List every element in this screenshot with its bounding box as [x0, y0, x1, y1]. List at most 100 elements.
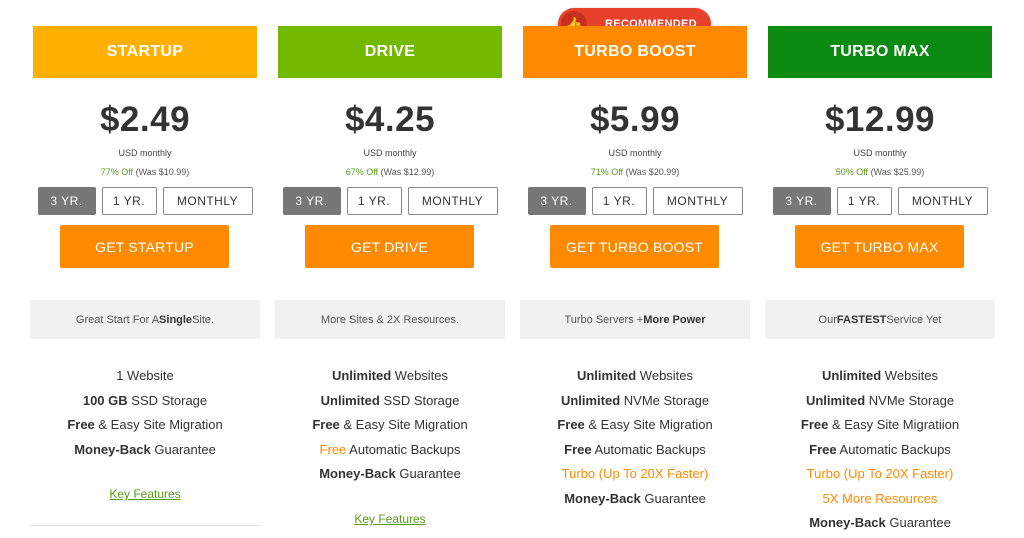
feature-text: Guarantee	[150, 441, 216, 457]
key-features-link[interactable]: Key Features	[275, 512, 505, 526]
plan-name: TURBO BOOST	[523, 26, 747, 78]
plan-card-startup: STARTUP $2.49 USD monthly 77% Off (Was $10.…	[30, 0, 260, 537]
feature-text: SSD Storage	[379, 392, 460, 408]
plan-name: TURBO MAX	[768, 26, 992, 78]
feature-item: Money-Back Guarantee	[275, 464, 505, 489]
feature-bold: Unlimited	[331, 368, 392, 383]
feature-item: 1 Website	[30, 366, 260, 391]
feature-item: Unlimited Websites	[275, 366, 505, 391]
feature-bold: Free	[809, 441, 837, 457]
term-option-3-yr[interactable]: 3 YR.	[37, 187, 96, 215]
feature-bold: Unlimited	[805, 392, 866, 408]
feature-text: Websites	[881, 368, 939, 383]
term-option-monthly[interactable]: MONTHLY	[652, 187, 743, 215]
term-option-monthly[interactable]: MONTHLY	[897, 187, 988, 215]
plan-tagline: Great Start For A Single Site.	[30, 300, 260, 339]
term-option-3-yr[interactable]: 3 YR.	[772, 187, 831, 215]
tagline-pre: Turbo Servers +	[564, 313, 644, 326]
plan-card-turbo-max: TURBO MAX $12.99 USD monthly 50% Off (Was $…	[765, 0, 995, 537]
feature-highlight: Free	[319, 441, 347, 457]
feature-text: Automatic Backups	[591, 441, 706, 457]
feature-text: Automatic Backups	[836, 441, 951, 457]
get-plan-button[interactable]: GET STARTUP	[60, 225, 229, 268]
tagline-pre: Great Start For A	[75, 313, 160, 326]
feature-item: Unlimited Websites	[765, 366, 995, 391]
tagline-post: Service Yet	[886, 313, 942, 326]
feature-bold: Money-Back	[319, 466, 396, 481]
discount-was: (Was $25.99)	[870, 167, 925, 177]
discount-off: 71% Off	[590, 167, 624, 177]
plan-price: $4.25	[344, 100, 436, 139]
term-option-1-yr[interactable]: 1 YR.	[836, 187, 892, 215]
key-features-link[interactable]: Key Features	[30, 487, 260, 501]
feature-bold: Free	[564, 441, 592, 457]
price-period: USD monthly	[118, 148, 172, 158]
term-selector: 3 YR. 1 YR. MONTHLY	[765, 187, 995, 215]
feature-text: & Easy Site Migration	[584, 417, 713, 432]
term-option-3-yr[interactable]: 3 YR.	[282, 187, 341, 215]
discount-text: 71% Off (Was $20.99)	[520, 167, 750, 177]
feature-bold: Free	[800, 417, 829, 432]
feature-item: Free & Easy Site Migration	[520, 415, 750, 440]
tagline-post: Site.	[192, 313, 215, 326]
discount-off: 50% Off	[835, 167, 869, 177]
feature-bold: Unlimited	[576, 368, 637, 383]
feature-text: Websites	[636, 368, 694, 383]
discount-off: 67% Off	[345, 167, 379, 177]
feature-item: Unlimited SSD Storage	[275, 391, 505, 416]
tagline-bold: More Power	[643, 313, 706, 326]
feature-item: 100 GB SSD Storage	[30, 391, 260, 416]
get-plan-button[interactable]: GET TURBO MAX	[795, 225, 964, 268]
feature-item: 5X More Resources	[822, 490, 938, 506]
feature-bold: Free	[312, 417, 340, 432]
feature-bold: Unlimited	[320, 392, 380, 408]
feature-text: SSD Storage	[127, 392, 208, 408]
discount-was: (Was $20.99)	[625, 167, 680, 177]
discount-text: 77% Off (Was $10.99)	[30, 167, 260, 177]
price-period: USD monthly	[608, 148, 662, 158]
feature-item: Free & Easy Site Migration	[275, 415, 505, 440]
term-option-monthly[interactable]: MONTHLY	[407, 187, 498, 215]
plan-tagline: Our FASTEST Service Yet	[765, 300, 995, 339]
feature-text: NVMe Storage	[620, 392, 710, 408]
term-option-monthly[interactable]: MONTHLY	[162, 187, 253, 215]
feature-text: & Easy Site Migration	[94, 417, 223, 432]
plan-tagline: More Sites & 2X Resources.	[275, 300, 505, 339]
feature-item: Turbo (Up To 20X Faster)	[806, 466, 954, 481]
tagline-pre: Our	[818, 313, 837, 326]
plan-name: DRIVE	[278, 26, 502, 78]
feature-item: Free Automatic Backups	[520, 440, 750, 465]
feature-text: Automatic Backups	[346, 441, 461, 457]
discount-text: 50% Off (Was $25.99)	[765, 167, 995, 177]
get-plan-button[interactable]: GET DRIVE	[305, 225, 474, 268]
feature-bold: Free	[67, 417, 95, 432]
feature-text: & Easy Site Migration	[339, 417, 468, 432]
tagline-bold: Single	[159, 313, 193, 326]
feature-item: Money-Back Guarantee	[30, 440, 260, 465]
term-option-1-yr[interactable]: 1 YR.	[346, 187, 402, 215]
feature-text: Guarantee	[885, 515, 951, 530]
price-period: USD monthly	[363, 148, 417, 158]
feature-bold: Unlimited	[821, 368, 882, 383]
feature-list: 1 Website 100 GB SSD Storage Free & Easy S…	[30, 366, 260, 464]
tagline-text: More Sites & 2X Resources.	[320, 313, 460, 326]
feature-text: 1 Website	[116, 368, 174, 383]
term-selector: 3 YR. 1 YR. MONTHLY	[275, 187, 505, 215]
plan-price: $2.49	[99, 100, 191, 139]
feature-text: Websites	[391, 368, 449, 383]
term-option-3-yr[interactable]: 3 YR.	[527, 187, 586, 215]
feature-list: Unlimited Websites Unlimited NVMe Storage…	[765, 366, 995, 538]
feature-bold: 100 GB	[82, 392, 128, 408]
get-plan-button[interactable]: GET TURBO BOOST	[550, 225, 719, 268]
term-option-1-yr[interactable]: 1 YR.	[591, 187, 647, 215]
feature-bold: Money-Back	[564, 490, 641, 506]
discount-was: (Was $12.99)	[380, 167, 435, 177]
term-option-1-yr[interactable]: 1 YR.	[101, 187, 157, 215]
feature-list: Unlimited Websites Unlimited NVMe Storage…	[520, 366, 750, 513]
feature-item: Unlimited NVMe Storage	[520, 391, 750, 416]
discount-off: 77% Off	[100, 167, 134, 177]
feature-bold: Money-Back	[809, 515, 886, 530]
feature-text: NVMe Storage	[865, 392, 955, 408]
plan-card-turbo-boost: TURBO BOOST $5.99 USD monthly 71% Off (Was …	[520, 0, 750, 537]
tagline-bold: FASTEST	[836, 313, 887, 326]
